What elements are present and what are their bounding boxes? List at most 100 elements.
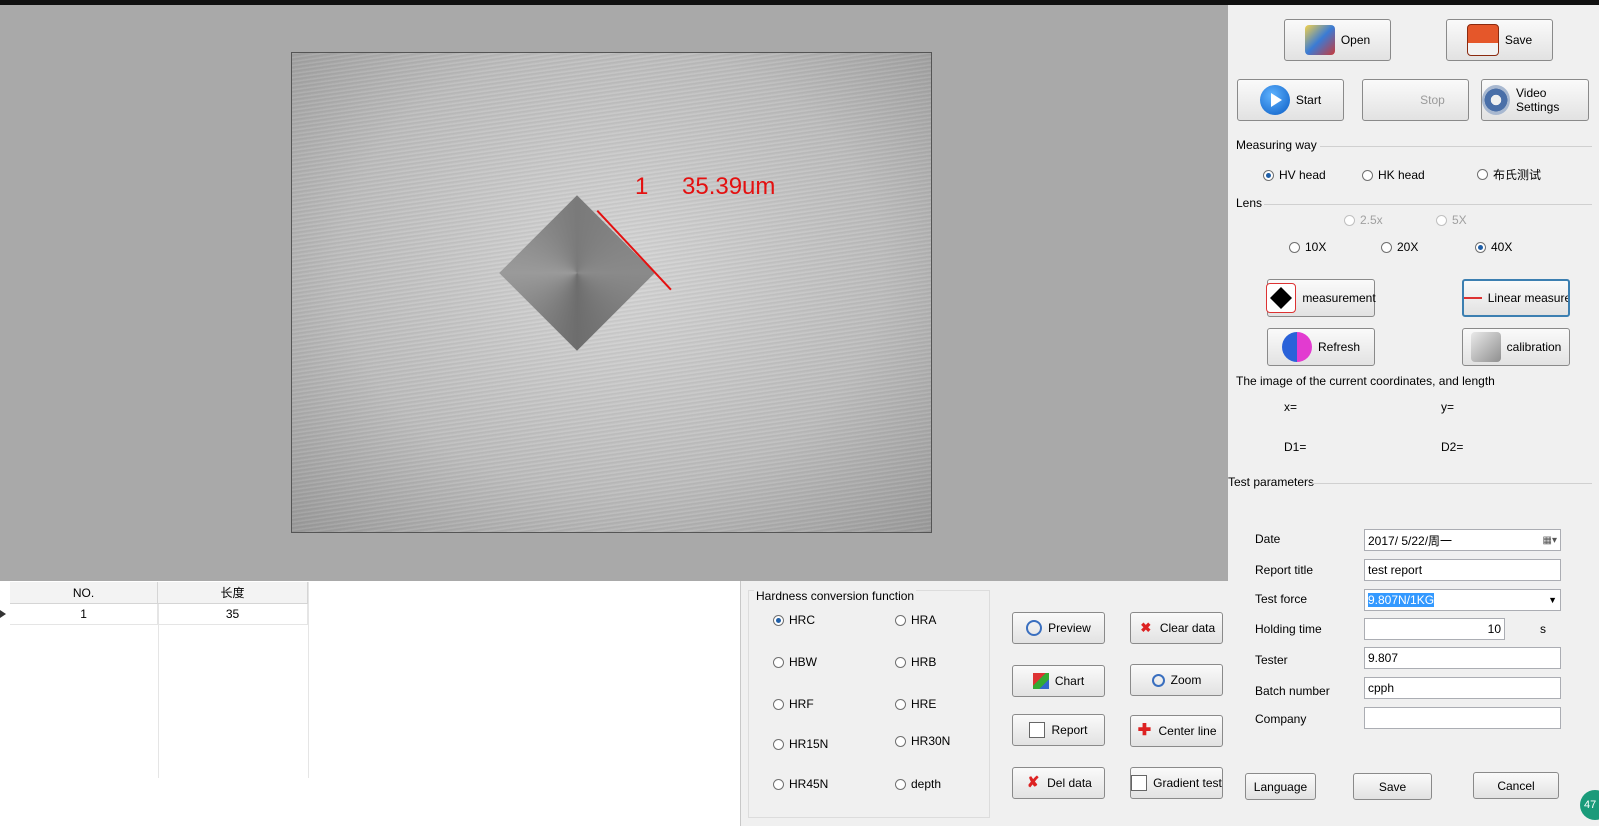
save-top-button[interactable]: Save <box>1446 19 1553 61</box>
stop-button[interactable]: Stop <box>1362 79 1469 121</box>
radio-hv-head[interactable]: HV head <box>1263 168 1326 182</box>
column-header-length[interactable]: 长度 <box>157 582 308 604</box>
delete-x-icon: ✘ <box>1026 774 1040 791</box>
report-title-label: Report title <box>1255 563 1314 577</box>
radio-hk-head[interactable]: HK head <box>1362 168 1425 182</box>
radio-hr15n[interactable]: HR15N <box>773 737 828 751</box>
floppy-disk-icon <box>1466 24 1499 56</box>
radio-hbw[interactable]: HBW <box>773 655 817 669</box>
date-picker[interactable]: 2017/ 5/22/周一 ▦▾ <box>1364 529 1561 551</box>
group-divider <box>1312 483 1592 484</box>
chevron-down-icon[interactable]: ▼ <box>1548 595 1557 605</box>
radio-lens-40x[interactable]: 40X <box>1475 240 1512 254</box>
radio-lens-10x[interactable]: 10X <box>1289 240 1326 254</box>
batch-number-input[interactable]: cpph <box>1364 677 1561 699</box>
holding-time-input[interactable]: 10 <box>1364 618 1505 640</box>
table-header-row: NO. 长度 <box>10 582 308 604</box>
radio-hr30n[interactable]: HR30N <box>895 734 950 748</box>
measuring-way-label: Measuring way <box>1236 138 1317 152</box>
coord-y-label: y= <box>1441 400 1455 414</box>
radio-hrf[interactable]: HRF <box>773 697 814 711</box>
company-label: Company <box>1255 712 1307 726</box>
coord-x-label: x= <box>1284 400 1298 414</box>
test-parameters-label: Test parameters <box>1228 475 1315 489</box>
row-pointer-icon <box>0 610 6 618</box>
refresh-button[interactable]: Refresh <box>1267 328 1375 366</box>
calendar-dropdown-icon[interactable]: ▦▾ <box>1543 535 1557 546</box>
gradient-test-icon <box>1131 775 1148 791</box>
test-force-select[interactable]: 9.807N/1KG ▼ <box>1364 589 1561 611</box>
radio-lens-5x[interactable]: 5X <box>1436 213 1467 227</box>
length-d1-label: D1= <box>1284 440 1307 454</box>
table-edge <box>308 582 309 778</box>
radio-lens-20x[interactable]: 20X <box>1381 240 1418 254</box>
open-button[interactable]: Open <box>1284 19 1391 61</box>
refresh-icon <box>1281 332 1312 362</box>
coordinates-label: The image of the current coordinates, an… <box>1236 374 1495 388</box>
table-cell-no[interactable]: 1 <box>10 603 159 625</box>
folder-stack-icon <box>1304 25 1335 55</box>
radio-depth[interactable]: depth <box>895 777 941 791</box>
radio-hrb[interactable]: HRB <box>895 655 936 669</box>
tester-label: Tester <box>1255 653 1288 667</box>
linear-measurement-button[interactable]: Linear measurem <box>1462 279 1570 317</box>
radio-hra[interactable]: HRA <box>895 613 936 627</box>
play-triangle-icon <box>1270 93 1282 107</box>
magnifier-page-icon <box>1026 620 1043 636</box>
measurement-button[interactable]: measurement <box>1266 279 1376 317</box>
table-row[interactable]: 1 35 <box>10 603 308 625</box>
calibration-button[interactable]: calibration <box>1462 328 1570 366</box>
radio-lens-2-5x[interactable]: 2.5x <box>1344 213 1383 227</box>
date-label: Date <box>1255 532 1281 546</box>
zoom-magnifier-icon <box>1151 673 1165 687</box>
gradient-test-button[interactable]: Gradient test <box>1130 767 1223 799</box>
radio-hrc[interactable]: HRC <box>773 613 815 627</box>
right-control-panel <box>1228 5 1599 826</box>
holding-time-unit: s <box>1540 622 1546 636</box>
radio-brinell-test[interactable]: 布氏测试 <box>1477 166 1541 183</box>
table-cell-length[interactable]: 35 <box>157 603 308 625</box>
center-line-button[interactable]: ✚ Center line <box>1130 715 1223 747</box>
measurement-index: 1 <box>635 173 649 200</box>
language-button[interactable]: Language <box>1245 773 1316 800</box>
panel-separator <box>740 581 741 826</box>
preview-button[interactable]: Preview <box>1012 612 1105 644</box>
report-title-input[interactable]: test report <box>1364 559 1561 581</box>
clear-x-icon: ✖ <box>1140 620 1152 635</box>
column-header-no[interactable]: NO. <box>10 582 159 604</box>
report-button[interactable]: Report <box>1012 714 1105 746</box>
chart-shapes-icon <box>1032 673 1049 689</box>
gear-icon <box>1482 85 1510 115</box>
measurement-table: NO. 长度 1 35 <box>10 582 308 625</box>
zoom-button[interactable]: Zoom <box>1130 664 1223 696</box>
tester-input[interactable]: 9.807 <box>1364 647 1561 669</box>
holding-time-label: Holding time <box>1255 622 1322 636</box>
report-pencil-icon <box>1029 722 1046 738</box>
hardness-conversion-label: Hardness conversion function <box>754 589 917 603</box>
save-bottom-button[interactable]: Save <box>1353 773 1432 800</box>
test-force-label: Test force <box>1255 592 1308 606</box>
microscope-image[interactable]: 1 35.39um <box>291 52 932 533</box>
plus-cross-icon: ✚ <box>1137 722 1152 739</box>
diamond-measure-icon <box>1266 283 1297 313</box>
length-d2-label: D2= <box>1441 440 1464 454</box>
diamond-shape-icon <box>1270 287 1293 309</box>
play-icon <box>1259 85 1290 115</box>
start-button[interactable]: Start <box>1237 79 1344 121</box>
company-input[interactable] <box>1364 707 1561 729</box>
clear-data-button[interactable]: ✖ Clear data <box>1130 612 1223 644</box>
chart-button[interactable]: Chart <box>1012 665 1105 697</box>
radio-hre[interactable]: HRE <box>895 697 936 711</box>
ruler-line-icon <box>1464 297 1482 299</box>
measurement-length: 35.39um <box>682 173 776 200</box>
lens-label: Lens <box>1236 196 1263 210</box>
group-divider <box>1264 204 1592 205</box>
group-divider <box>1320 146 1592 147</box>
del-data-button[interactable]: ✘ Del data <box>1012 767 1105 799</box>
video-settings-button[interactable]: Video Settings <box>1481 79 1589 121</box>
radio-hr45n[interactable]: HR45N <box>773 777 828 791</box>
calibration-tool-icon <box>1470 332 1501 362</box>
table-column-divider <box>158 601 159 778</box>
cancel-button[interactable]: Cancel <box>1473 772 1559 799</box>
batch-number-label: Batch number <box>1255 684 1330 698</box>
